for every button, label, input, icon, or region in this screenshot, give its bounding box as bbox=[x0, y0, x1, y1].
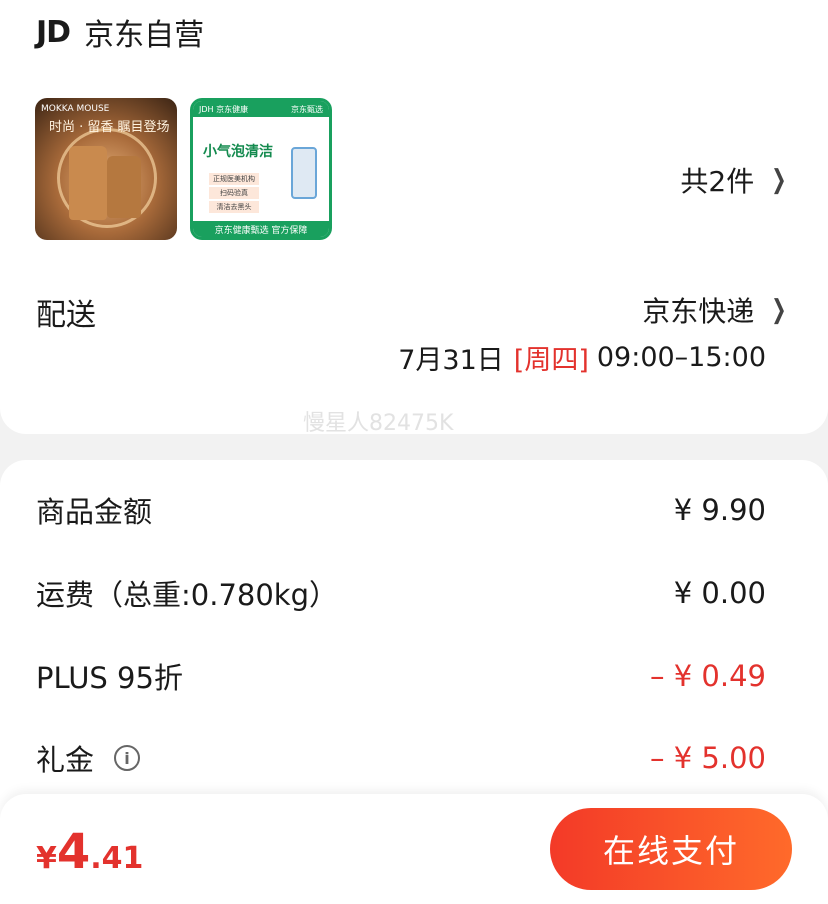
product-slogan: 时尚 · 留香 瞩目登场 bbox=[49, 120, 170, 135]
checkout-bar: ¥ 4 .41 在线支付 bbox=[0, 794, 828, 904]
info-icon[interactable]: i bbox=[114, 745, 141, 771]
product-channel: 京东甄选 bbox=[291, 104, 323, 114]
fee-row-plus-discount: PLUS 95折 – ¥ 0.49 bbox=[36, 656, 766, 696]
delivery-weekday: [周四] bbox=[513, 345, 589, 376]
fee-value: – ¥ 0.49 bbox=[650, 659, 766, 693]
delivery-label: 配送 bbox=[36, 298, 96, 333]
fee-value: ¥ 0.00 bbox=[673, 576, 766, 610]
delivery-method-selector[interactable]: 京东快递 ❯ bbox=[642, 290, 790, 330]
product-guarantee: 京东健康甄选 官方保障 bbox=[193, 221, 329, 237]
fee-label: 运费（总重:0.780kg） bbox=[36, 578, 338, 612]
fee-label: 礼金 bbox=[36, 743, 95, 777]
product-thumbnail-2[interactable]: JDH 京东健康 京东甄选 小气泡清洁 正规医美机构 扫码验真 清洁去黑头 京东… bbox=[190, 98, 332, 240]
fee-label: 商品金额 bbox=[36, 495, 153, 529]
bottle-image bbox=[107, 156, 141, 218]
jd-logo: JD bbox=[36, 14, 71, 50]
delivery-method: 京东快递 bbox=[642, 295, 755, 328]
bottle-image bbox=[69, 146, 107, 220]
store-header[interactable]: JD 京东自营 bbox=[36, 12, 205, 54]
product-topbar: JDH 京东健康 京东甄选 bbox=[193, 101, 329, 117]
total-price: ¥ 4 .41 bbox=[36, 824, 143, 880]
total-currency: ¥ bbox=[36, 841, 57, 876]
product-brand: JDH 京东健康 bbox=[199, 104, 249, 114]
store-name: 京东自营 bbox=[84, 18, 205, 53]
total-integer: 4 bbox=[56, 824, 91, 880]
chevron-right-icon: ❯ bbox=[771, 165, 787, 195]
fee-row-shipping: 运费（总重:0.780kg） ¥ 0.00 bbox=[36, 573, 766, 613]
delivery-timeslot: 09:00–15:00 bbox=[596, 342, 766, 373]
fee-label-group: 礼金 i bbox=[36, 737, 141, 779]
watermark: 慢星人82475K bbox=[303, 411, 454, 436]
item-count-label: 共2件 bbox=[680, 165, 755, 198]
device-image bbox=[291, 147, 317, 199]
fee-row-subtotal: 商品金额 ¥ 9.90 bbox=[36, 490, 766, 530]
delivery-date: 7月31日 bbox=[398, 345, 504, 376]
chevron-right-icon: ❯ bbox=[771, 295, 787, 325]
total-decimal: .41 bbox=[90, 841, 144, 876]
fee-value: ¥ 9.90 bbox=[673, 493, 766, 527]
fee-label: PLUS 95折 bbox=[36, 661, 183, 695]
product-tag: 正规医美机构 bbox=[209, 173, 259, 185]
delivery-time[interactable]: 7月31日 [周四] 09:00–15:00 bbox=[398, 338, 766, 377]
product-thumbnail-1[interactable]: MOKKA MOUSE 时尚 · 留香 瞩目登场 bbox=[35, 98, 177, 240]
order-summary-card: JD 京东自营 MOKKA MOUSE 时尚 · 留香 瞩目登场 JDH 京东健… bbox=[0, 0, 828, 436]
fee-row-gift-money: 礼金 i – ¥ 5.00 bbox=[36, 738, 766, 778]
fee-value: – ¥ 5.00 bbox=[650, 741, 766, 775]
pay-online-button[interactable]: 在线支付 bbox=[550, 808, 792, 890]
product-brand: MOKKA MOUSE bbox=[41, 104, 110, 114]
product-tag: 扫码验真 bbox=[209, 187, 259, 199]
item-count-link[interactable]: 共2件 ❯ bbox=[680, 160, 790, 200]
product-tag: 清洁去黑头 bbox=[209, 201, 259, 213]
product-headline: 小气泡清洁 bbox=[203, 144, 273, 160]
